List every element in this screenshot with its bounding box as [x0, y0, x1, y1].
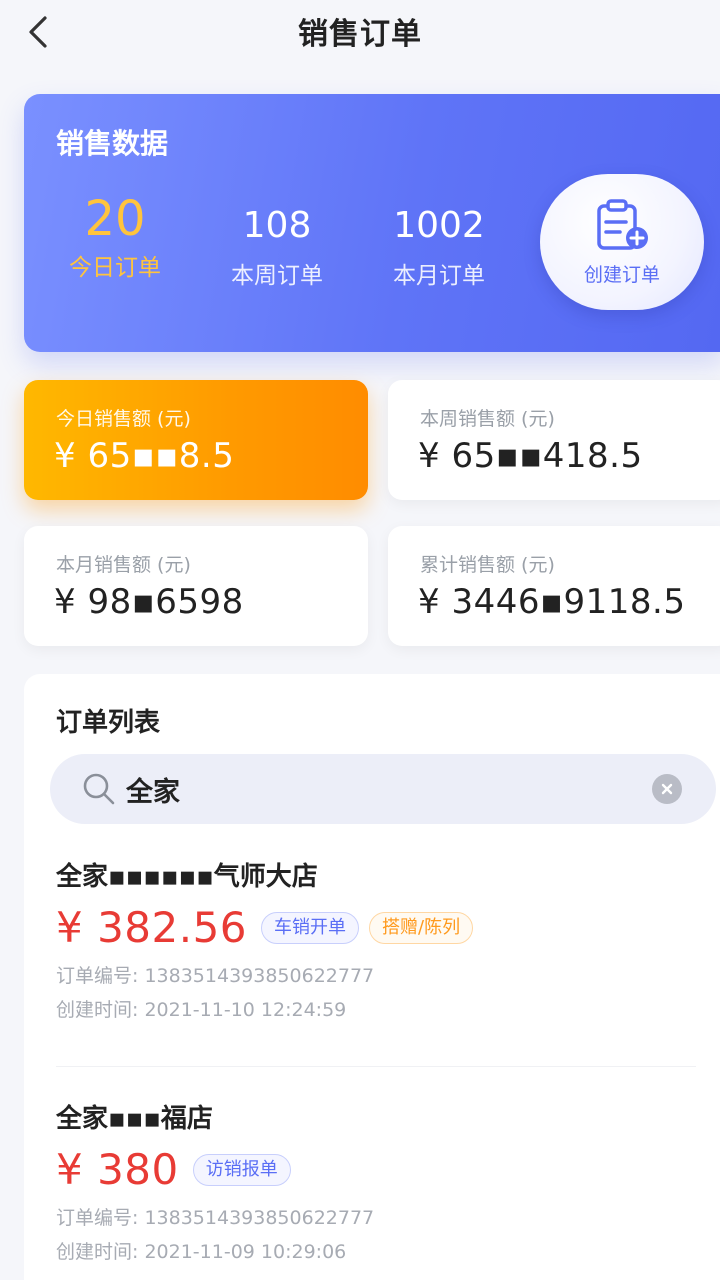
order-created-value: 2021-11-09 10:29:06: [144, 1241, 347, 1263]
order-price: ¥ 382.56: [56, 903, 248, 952]
order-tag: 搭赠/陈列: [369, 911, 474, 944]
stat-month-orders[interactable]: 1002 本月订单: [364, 204, 514, 290]
chevron-left-icon: [29, 16, 47, 48]
back-button[interactable]: [16, 10, 60, 54]
card-today-sales[interactable]: 今日销售额 (元) ¥ 65▪▪8.5: [24, 380, 368, 500]
stat-value: 20: [84, 191, 146, 247]
order-number: 订单编号: 1383514393850622777: [56, 1206, 696, 1230]
clipboard-add-icon: [597, 198, 648, 250]
order-number: 订单编号: 1383514393850622777: [56, 964, 696, 988]
card-value: ¥ 65▪▪418.5: [418, 436, 643, 476]
create-order-button[interactable]: 创建订单: [540, 174, 704, 310]
order-price-row: ¥ 380 访销报单: [56, 1145, 696, 1194]
sales-summary-banner: 销售数据 20 今日订单 108 本周订单 1002 本月订单 创建订单: [24, 94, 720, 352]
stat-value: 1002: [393, 205, 485, 246]
card-label: 累计销售额 (元): [420, 554, 555, 576]
order-store-name: 全家▪▪▪福店: [56, 1104, 213, 1134]
summary-title: 销售数据: [56, 127, 169, 160]
card-total-sales[interactable]: 累计销售额 (元) ¥ 3446▪9118.5: [388, 526, 720, 646]
order-item[interactable]: 全家▪▪▪福店 ¥ 380 访销报单 订单编号: 138351439385062…: [56, 1098, 696, 1264]
stat-value: 108: [242, 205, 312, 246]
order-list-panel: 订单列表 全家▪▪▪▪▪▪气师大店 ¥ 382.56 车销开单: [24, 674, 720, 1280]
card-label: 今日销售额 (元): [56, 408, 191, 430]
order-created-label: 创建时间:: [56, 1241, 139, 1263]
order-number-value: 1383514393850622777: [144, 1207, 375, 1229]
stat-label: 本月订单: [393, 263, 485, 289]
divider: [56, 1066, 696, 1067]
clear-search-button[interactable]: [652, 774, 682, 804]
order-created-time: 创建时间: 2021-11-10 12:24:59: [56, 998, 696, 1022]
order-number-label: 订单编号:: [56, 965, 139, 987]
sales-orders-screen: 销售订单 销售数据 20 今日订单 108 本周订单 1002 本月订单 创建订…: [0, 0, 720, 1280]
top-bar: 销售订单: [0, 0, 720, 62]
card-value: ¥ 65▪▪8.5: [54, 436, 235, 476]
close-icon: [661, 783, 673, 795]
order-item[interactable]: 全家▪▪▪▪▪▪气师大店 ¥ 382.56 车销开单 搭赠/陈列 订单编号: 1…: [56, 856, 696, 1022]
order-store-name: 全家▪▪▪▪▪▪气师大店: [56, 862, 318, 892]
order-number-value: 1383514393850622777: [144, 965, 375, 987]
search-input[interactable]: [126, 773, 606, 805]
stat-today-orders[interactable]: 20 今日订单: [40, 192, 190, 282]
order-number-label: 订单编号:: [56, 1207, 139, 1229]
card-value: ¥ 98▪6598: [54, 582, 244, 622]
card-week-sales[interactable]: 本周销售额 (元) ¥ 65▪▪418.5: [388, 380, 720, 500]
card-value: ¥ 3446▪9118.5: [418, 582, 686, 622]
order-tag: 车销开单: [261, 911, 360, 944]
stat-week-orders[interactable]: 108 本周订单: [202, 204, 352, 290]
search-icon: [80, 770, 118, 808]
order-price: ¥ 380: [56, 1145, 179, 1194]
card-label: 本月销售额 (元): [56, 554, 191, 576]
page-title: 销售订单: [298, 17, 422, 52]
card-month-sales[interactable]: 本月销售额 (元) ¥ 98▪6598: [24, 526, 368, 646]
card-label: 本周销售额 (元): [420, 408, 555, 430]
order-price-row: ¥ 382.56 车销开单 搭赠/陈列: [56, 903, 696, 952]
order-created-label: 创建时间:: [56, 999, 139, 1021]
order-list-title: 订单列表: [56, 708, 161, 738]
stat-label: 今日订单: [69, 255, 161, 281]
create-order-label: 创建订单: [583, 263, 660, 286]
order-created-value: 2021-11-10 12:24:59: [144, 999, 347, 1021]
order-tag: 访销报单: [192, 1153, 291, 1186]
stat-label: 本周订单: [231, 263, 323, 289]
search-bar[interactable]: [50, 754, 716, 824]
order-created-time: 创建时间: 2021-11-09 10:29:06: [56, 1240, 696, 1264]
